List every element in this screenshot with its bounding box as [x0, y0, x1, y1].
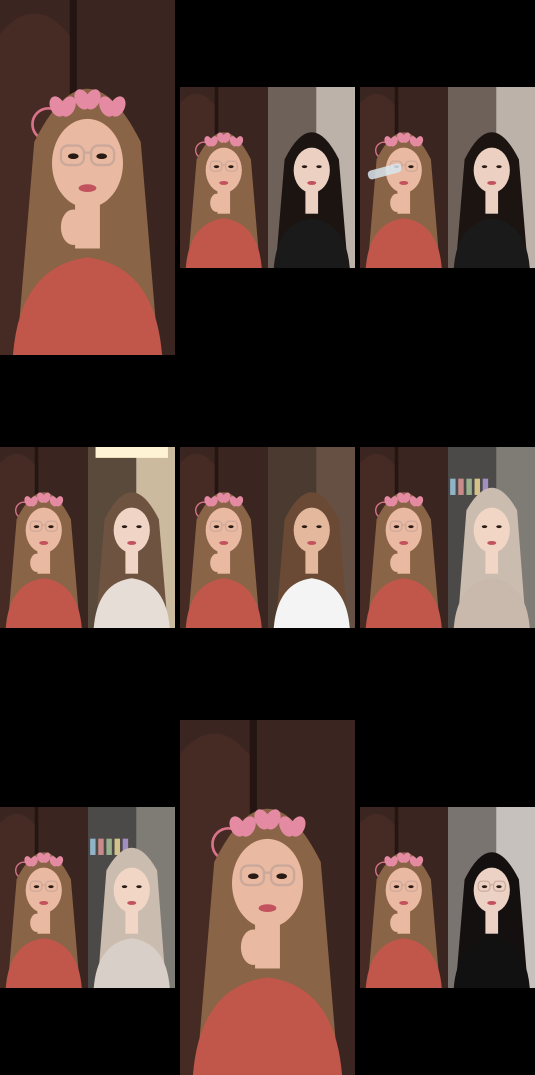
guest-video-frame [447, 87, 535, 268]
guest-video-frame [447, 807, 535, 988]
portrait-illustration [180, 720, 355, 1075]
portrait-illustration [0, 0, 175, 355]
video-tile-r1c3 [360, 87, 535, 268]
portrait-illustration [180, 447, 268, 628]
host-video-frame [0, 447, 88, 628]
hand [390, 913, 403, 932]
video-tile-r2c2 [180, 447, 355, 628]
hand [390, 193, 403, 212]
host-video-frame [360, 807, 448, 988]
video-tile-r2c1 [0, 447, 175, 628]
video-tile-r2c3 [360, 447, 535, 628]
portrait-illustration [0, 447, 88, 628]
face [473, 507, 510, 553]
video-tile-r1c2 [180, 87, 355, 268]
host-video-frame [180, 87, 268, 268]
hand [390, 553, 403, 572]
portrait-illustration [0, 807, 88, 988]
hand [210, 553, 223, 572]
portrait-illustration [447, 807, 535, 988]
guest-video-frame [87, 807, 175, 988]
hand [30, 553, 43, 572]
host-video-frame [360, 87, 448, 268]
video-tile-r3c3 [360, 807, 535, 988]
host-video-frame [360, 447, 448, 628]
hand [210, 193, 223, 212]
portrait-illustration [447, 87, 535, 268]
face [293, 507, 330, 553]
face [113, 507, 150, 553]
host-video-frame [180, 447, 268, 628]
video-tile-r3c1 [0, 807, 175, 988]
host-video-frame [0, 807, 88, 988]
video-tile-r3c2 [180, 720, 355, 1075]
guest-video-frame [447, 447, 535, 628]
portrait-illustration [360, 447, 448, 628]
face [293, 147, 330, 193]
host-video-frame [0, 0, 175, 355]
video-tile-r1c1 [0, 0, 175, 355]
portrait-illustration [87, 447, 175, 628]
hand [60, 209, 86, 245]
portrait-illustration [267, 447, 355, 628]
hand [30, 913, 43, 932]
guest-video-frame [267, 447, 355, 628]
portrait-illustration [360, 807, 448, 988]
portrait-illustration [360, 87, 448, 268]
host-video-frame [180, 720, 355, 1075]
guest-video-frame [87, 447, 175, 628]
portrait-illustration [87, 807, 175, 988]
face [113, 867, 150, 913]
portrait-illustration [180, 87, 268, 268]
face [473, 147, 510, 193]
hand [240, 929, 266, 965]
guest-video-frame [267, 87, 355, 268]
portrait-illustration [447, 447, 535, 628]
portrait-illustration [267, 87, 355, 268]
